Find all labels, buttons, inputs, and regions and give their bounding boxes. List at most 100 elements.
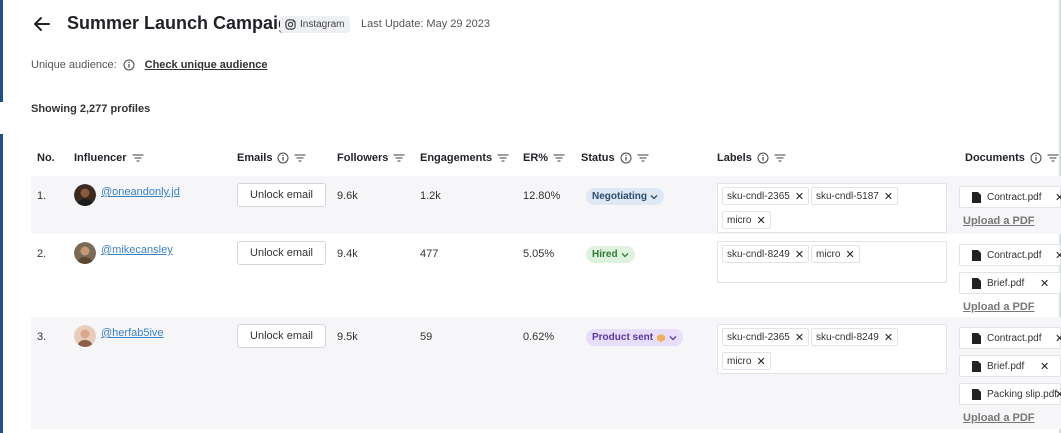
col-status: Status xyxy=(581,152,649,164)
arrow-left-icon xyxy=(34,17,50,31)
er-value: 0.62% xyxy=(523,331,555,343)
unique-audience-label: Unique audience: xyxy=(31,59,117,71)
status-dropdown[interactable]: Product sent xyxy=(586,329,684,346)
chevron-down-icon xyxy=(621,252,629,257)
label-chip: sku-cndl-8249 ✕ xyxy=(811,328,899,346)
document-chip[interactable]: Contract.pdf ✕ xyxy=(959,186,1061,208)
close-icon[interactable]: ✕ xyxy=(795,331,804,344)
document-chip[interactable]: Contract.pdf ✕ xyxy=(959,244,1061,266)
col-labels: Labels xyxy=(717,152,786,164)
close-icon[interactable]: ✕ xyxy=(1055,191,1061,204)
close-icon[interactable]: ✕ xyxy=(1040,277,1049,290)
file-icon xyxy=(972,277,981,289)
labels-field[interactable]: sku-cndl-8249 ✕ micro ✕ xyxy=(717,241,947,283)
followers-value: 9.6k xyxy=(337,190,358,202)
close-icon[interactable]: ✕ xyxy=(756,355,765,368)
close-icon[interactable]: ✕ xyxy=(1040,360,1049,373)
last-update: Last Update: May 29 2023 xyxy=(361,18,491,30)
unique-audience-row: Unique audience: Check unique audience xyxy=(31,58,268,72)
influencer-handle[interactable]: @herfab5ive xyxy=(101,327,164,339)
col-documents: Documents xyxy=(965,152,1059,164)
upload-pdf-link[interactable]: Upload a PDF xyxy=(963,301,1035,313)
followers-value: 9.5k xyxy=(337,331,358,343)
label-chip: micro ✕ xyxy=(811,245,860,263)
unlock-email-button[interactable]: Unlock email xyxy=(237,241,326,265)
instagram-icon xyxy=(285,19,296,30)
page-header: Summer Launch Campaign Instagram Last Up… xyxy=(0,0,1061,50)
labels-field[interactable]: sku-cndl-2365 ✕ sku-cndl-5187 ✕ micro ✕ xyxy=(717,183,947,233)
document-chip[interactable]: Brief.pdf ✕ xyxy=(959,355,1061,377)
table-row: 1. @oneandonly.jd Unlock email 9.6k 1.2k… xyxy=(31,176,1061,234)
filter-icon[interactable] xyxy=(131,152,144,164)
avatar[interactable] xyxy=(74,184,96,206)
close-icon[interactable]: ✕ xyxy=(884,331,893,344)
back-button[interactable] xyxy=(31,13,53,35)
close-icon[interactable]: ✕ xyxy=(795,190,804,203)
col-engagements: Engagements xyxy=(420,152,509,164)
package-icon xyxy=(657,333,666,342)
close-icon[interactable]: ✕ xyxy=(1055,332,1061,345)
chevron-down-icon xyxy=(669,335,677,340)
followers-value: 9.4k xyxy=(337,248,358,260)
close-icon[interactable]: ✕ xyxy=(795,248,804,261)
table-header: No. Influencer Emails Followers Engageme… xyxy=(31,145,1061,173)
engagements-value: 59 xyxy=(420,331,433,343)
document-chip[interactable]: Brief.pdf ✕ xyxy=(959,272,1061,294)
avatar[interactable] xyxy=(74,325,96,347)
row-number: 1. xyxy=(37,190,47,202)
status-label: Product sent xyxy=(592,332,654,343)
avatar[interactable] xyxy=(74,242,96,264)
status-dropdown[interactable]: Hired xyxy=(586,246,635,263)
status-label: Negotiating xyxy=(592,191,647,202)
label-chip: sku-cndl-8249 ✕ xyxy=(722,245,810,263)
upload-pdf-link[interactable]: Upload a PDF xyxy=(963,412,1035,424)
profiles-count: Showing 2,277 profiles xyxy=(31,103,151,115)
row-number: 3. xyxy=(37,331,47,343)
info-icon[interactable] xyxy=(123,59,135,71)
table-row: 3. @herfab5ive Unlock email 9.5k 59 0.62… xyxy=(31,317,1061,429)
status-dropdown[interactable]: Negotiating xyxy=(586,188,664,205)
engagements-value: 477 xyxy=(420,248,439,260)
info-icon[interactable] xyxy=(757,152,769,164)
filter-icon[interactable] xyxy=(1047,152,1059,164)
row-number: 2. xyxy=(37,248,47,260)
file-icon xyxy=(972,388,981,400)
label-chip: sku-cndl-5187 ✕ xyxy=(811,187,899,205)
influencer-handle[interactable]: @oneandonly.jd xyxy=(101,186,180,198)
unlock-email-button[interactable]: Unlock email xyxy=(237,324,326,348)
filter-icon[interactable] xyxy=(294,152,307,164)
info-icon[interactable] xyxy=(620,152,632,164)
label-chip: sku-cndl-2365 ✕ xyxy=(722,328,810,346)
info-icon[interactable] xyxy=(1030,152,1042,164)
engagements-value: 1.2k xyxy=(420,190,441,202)
filter-icon[interactable] xyxy=(393,152,405,164)
document-chip[interactable]: Packing slip.pdf ✕ xyxy=(959,383,1061,405)
upload-pdf-link[interactable]: Upload a PDF xyxy=(963,215,1035,227)
close-icon[interactable]: ✕ xyxy=(756,214,765,227)
close-icon[interactable]: ✕ xyxy=(884,190,893,203)
document-chip[interactable]: Contract.pdf ✕ xyxy=(959,327,1061,349)
unlock-email-button[interactable]: Unlock email xyxy=(237,183,326,207)
label-chip: micro ✕ xyxy=(722,352,771,370)
close-icon[interactable]: ✕ xyxy=(1055,249,1061,262)
label-chip: micro ✕ xyxy=(722,211,771,229)
close-icon[interactable]: ✕ xyxy=(1055,388,1061,401)
info-icon[interactable] xyxy=(277,152,289,164)
col-followers: Followers xyxy=(337,152,405,164)
col-emails: Emails xyxy=(237,152,307,164)
check-unique-audience-link[interactable]: Check unique audience xyxy=(145,59,268,71)
labels-field[interactable]: sku-cndl-2365 ✕ sku-cndl-8249 ✕ micro ✕ xyxy=(717,324,947,374)
left-accent-bar xyxy=(0,0,3,433)
chevron-down-icon xyxy=(650,194,658,199)
close-icon[interactable]: ✕ xyxy=(845,248,854,261)
influencer-handle[interactable]: @mikecansley xyxy=(101,244,173,256)
col-er: ER% xyxy=(523,152,565,164)
filter-icon[interactable] xyxy=(553,152,565,164)
table-row: 2. @mikecansley Unlock email 9.4k 477 5.… xyxy=(31,234,1061,317)
filter-icon[interactable] xyxy=(774,152,786,164)
filter-icon[interactable] xyxy=(497,152,509,164)
filter-icon[interactable] xyxy=(637,152,649,164)
file-icon xyxy=(972,191,981,203)
platform-label: Instagram xyxy=(300,19,345,30)
er-value: 12.80% xyxy=(523,190,561,202)
